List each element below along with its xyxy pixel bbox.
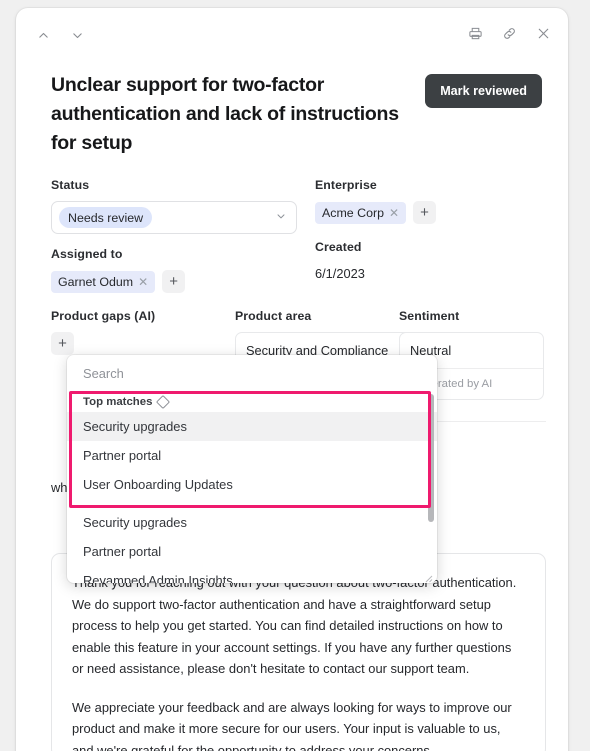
link-icon[interactable] (496, 20, 522, 46)
field-label-product-area: Product area (235, 309, 312, 323)
product-gaps-value-row: + (51, 332, 226, 355)
dropdown-scrollbar[interactable] (428, 394, 434, 522)
status-chip: Needs review (59, 207, 153, 228)
field-product-gaps: Product gaps (AI) + (51, 309, 226, 355)
resize-handle-icon[interactable] (423, 570, 433, 583)
mark-reviewed-button[interactable]: Mark reviewed (425, 74, 542, 108)
field-label-product-gaps: Product gaps (AI) (51, 309, 156, 323)
dropdown-search-row (67, 355, 437, 391)
field-label-created: Created (315, 240, 362, 254)
field-label-assigned-to: Assigned to (51, 247, 123, 261)
field-enterprise: Enterprise Acme Corp ✕ + (315, 178, 545, 224)
screen: Unclear support for two-factor authentic… (0, 0, 590, 751)
dropdown-group-spacer (67, 499, 437, 508)
status-select[interactable]: Needs review (51, 201, 297, 234)
panel-actions-group (462, 20, 556, 46)
dropdown-option-all-2[interactable]: Partner portal (67, 537, 437, 566)
record-nav-group (30, 22, 90, 48)
previous-record-button[interactable] (30, 22, 56, 48)
add-assignee-button[interactable]: + (162, 270, 186, 293)
dropdown-option-top-3[interactable]: User Onboarding Updates (67, 470, 437, 499)
enterprise-value-row: Acme Corp ✕ + (315, 201, 545, 224)
dropdown-options-list: Top matches Security upgrades Partner po… (67, 391, 437, 583)
dropdown-option-all-1[interactable]: Security upgrades (67, 508, 437, 537)
add-product-gap-button[interactable]: + (51, 332, 74, 355)
add-enterprise-button[interactable]: + (413, 201, 437, 224)
dropdown-option-top-2[interactable]: Partner portal (67, 441, 437, 470)
ticket-detail-panel: Unclear support for two-factor authentic… (16, 8, 568, 751)
top-matches-label: Top matches (83, 396, 153, 408)
enterprise-chip[interactable]: Acme Corp ✕ (315, 201, 407, 224)
assignee-chip[interactable]: Garnet Odum ✕ (51, 270, 156, 293)
sparkle-diamond-icon (156, 394, 171, 410)
dropdown-option-all-3[interactable]: Revamped Admin Insights (67, 566, 437, 583)
response-paragraph-2: We appreciate your feedback and are alwa… (72, 699, 512, 751)
remove-assignee-icon[interactable]: ✕ (138, 276, 148, 288)
field-label-enterprise: Enterprise (315, 178, 377, 192)
field-label-status: Status (51, 178, 90, 192)
print-icon[interactable] (462, 20, 488, 46)
chevron-down-icon (275, 209, 287, 227)
response-paragraph-1: Thank you for reaching out with your que… (72, 575, 517, 676)
search-input[interactable] (83, 365, 421, 381)
dropdown-option-top-1[interactable]: Security upgrades (67, 412, 437, 441)
field-assigned-to: Assigned to Garnet Odum ✕ + (51, 247, 297, 293)
product-gaps-dropdown[interactable]: Top matches Security upgrades Partner po… (67, 355, 437, 583)
dropdown-section-top-matches: Top matches (67, 391, 437, 412)
enterprise-name: Acme Corp (322, 205, 384, 220)
field-label-sentiment: Sentiment (399, 309, 460, 323)
assignee-name: Garnet Odum (58, 274, 134, 289)
created-date-value: 6/1/2023 (315, 266, 365, 281)
field-created: Created 6/1/2023 (315, 240, 545, 281)
assigned-to-value-row: Garnet Odum ✕ + (51, 270, 297, 293)
field-status: Status Needs review (51, 178, 297, 234)
close-icon[interactable] (530, 20, 556, 46)
panel-toolbar (16, 8, 568, 56)
remove-enterprise-icon[interactable]: ✕ (389, 207, 399, 219)
page-title: Unclear support for two-factor authentic… (51, 74, 399, 154)
next-record-button[interactable] (64, 22, 90, 48)
